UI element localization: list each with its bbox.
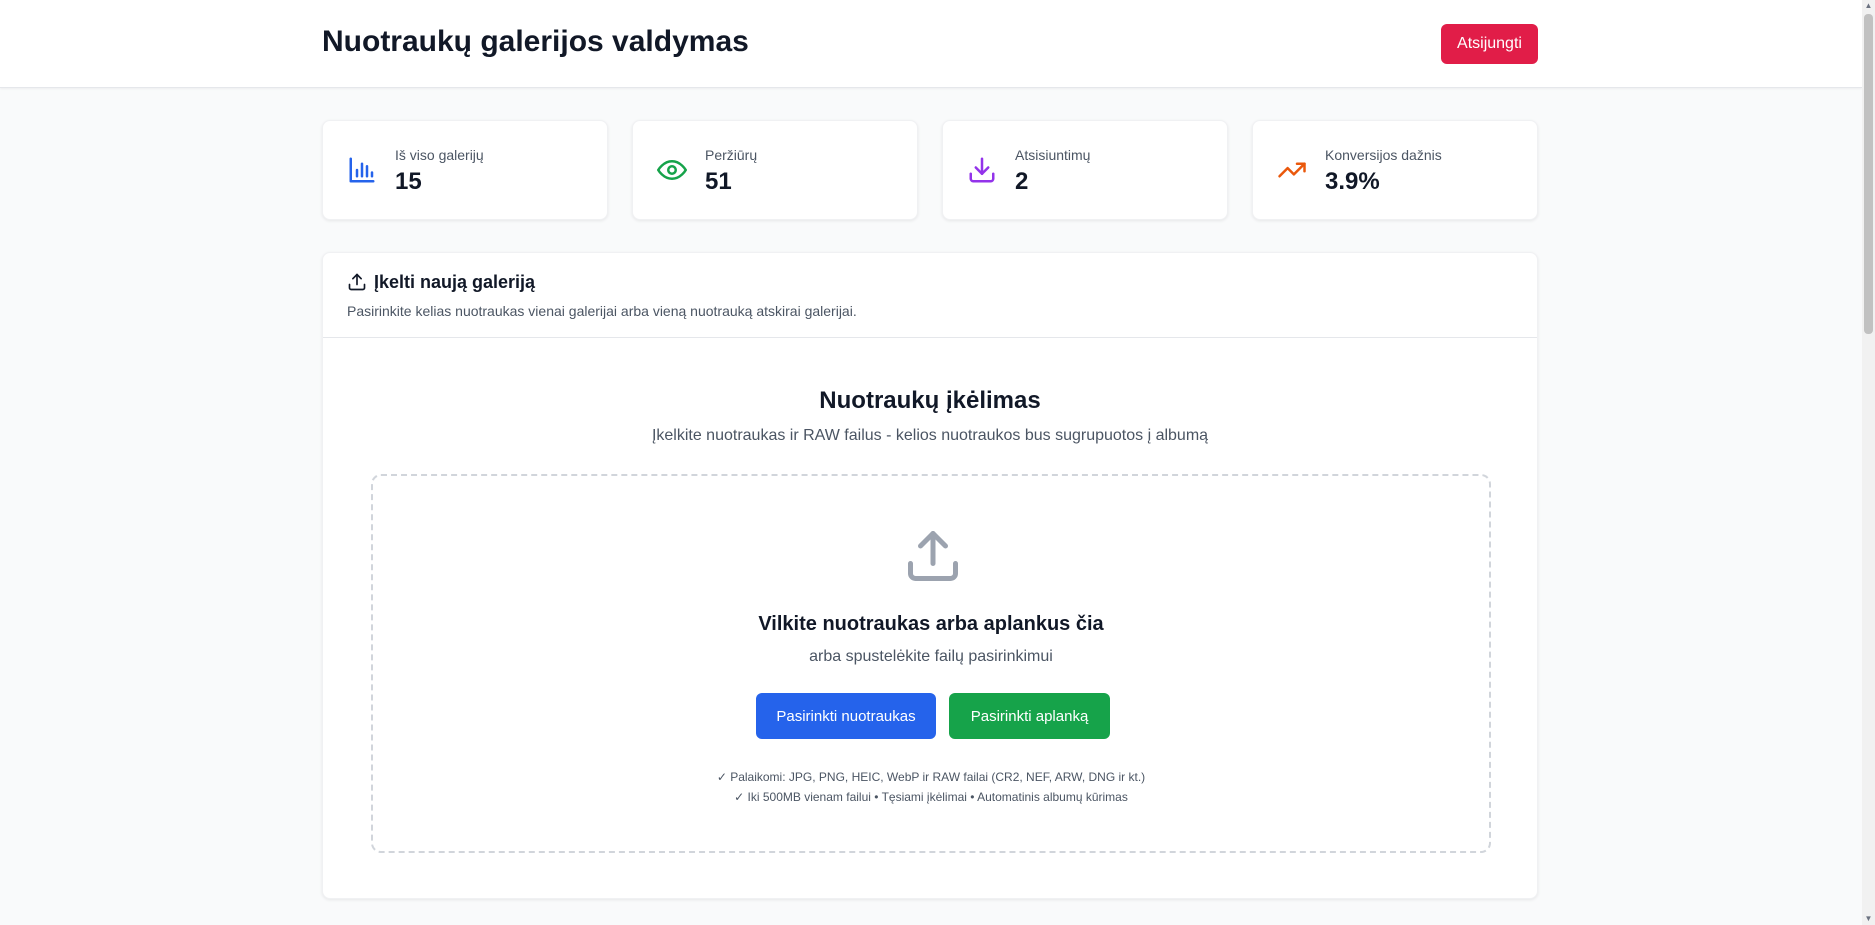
select-photos-button[interactable]: Pasirinkti nuotraukas: [756, 693, 936, 739]
upload-heading: Nuotraukų įkėlimas: [819, 387, 1041, 414]
eye-icon: [657, 160, 687, 180]
stat-value: 51: [705, 168, 732, 195]
scroll-up-icon[interactable]: ▲: [1862, 0, 1875, 12]
logout-button[interactable]: Atsijungti: [1441, 24, 1538, 64]
file-dropzone[interactable]: Vilkite nuotraukas arba aplankus čia arb…: [371, 474, 1491, 853]
stat-card-views: Peržiūrų 51: [632, 120, 918, 220]
supported-formats-note: ✓ Palaikomi: JPG, PNG, HEIC, WebP ir RAW…: [716, 770, 1146, 784]
stat-value: 3.9%: [1325, 168, 1380, 195]
stat-card-galleries: Iš viso galerijų 15: [322, 120, 608, 220]
dropzone-subtitle: arba spustelėkite failų pasirinkimui: [809, 648, 1053, 665]
stat-label: Iš viso galerijų: [395, 147, 484, 163]
stat-card-downloads: Atsisiuntimų 2: [942, 120, 1228, 220]
top-bar: Nuotraukų galerijos valdymas Atsijungti: [0, 0, 1862, 88]
section-description: Pasirinkite kelias nuotraukas vienai gal…: [347, 303, 857, 319]
dropzone-title: Vilkite nuotraukas arba aplankus čia: [758, 613, 1104, 635]
scrollbar-thumb[interactable]: [1864, 14, 1873, 334]
select-folder-button[interactable]: Pasirinkti aplanką: [949, 693, 1110, 739]
page-scrollbar[interactable]: ▲ ▼: [1862, 0, 1875, 925]
upload-card-header: Įkelti naują galeriją Pasirinkite kelias…: [323, 253, 1537, 338]
bar-chart-icon: [349, 157, 375, 183]
stat-label: Peržiūrų: [705, 147, 758, 163]
stat-label: Atsisiuntimų: [1015, 147, 1091, 163]
upload-icon: [348, 273, 366, 291]
stat-label: Konversijos dažnis: [1325, 147, 1442, 163]
section-title: Įkelti naują galeriją: [374, 272, 536, 292]
stats-row: Iš viso galerijų 15 Peržiūrų 51 Atsisiun…: [322, 120, 1538, 220]
upload-subheading: Įkelkite nuotraukas ir RAW failus - keli…: [651, 427, 1209, 444]
download-icon: [969, 157, 995, 183]
stat-card-conversion: Konversijos dažnis 3.9%: [1252, 120, 1538, 220]
page-title: Nuotraukų galerijos valdymas: [322, 25, 749, 58]
upload-icon: [908, 531, 958, 581]
trending-up-icon: [1278, 162, 1306, 178]
upload-gallery-card: Įkelti naują galeriją Pasirinkite kelias…: [322, 252, 1538, 899]
scroll-down-icon[interactable]: ▼: [1862, 913, 1875, 925]
upload-limits-note: ✓ Iki 500MB vienam failui • Tęsiami įkėl…: [734, 790, 1128, 804]
stat-value: 15: [395, 168, 422, 195]
stat-value: 2: [1015, 168, 1029, 195]
